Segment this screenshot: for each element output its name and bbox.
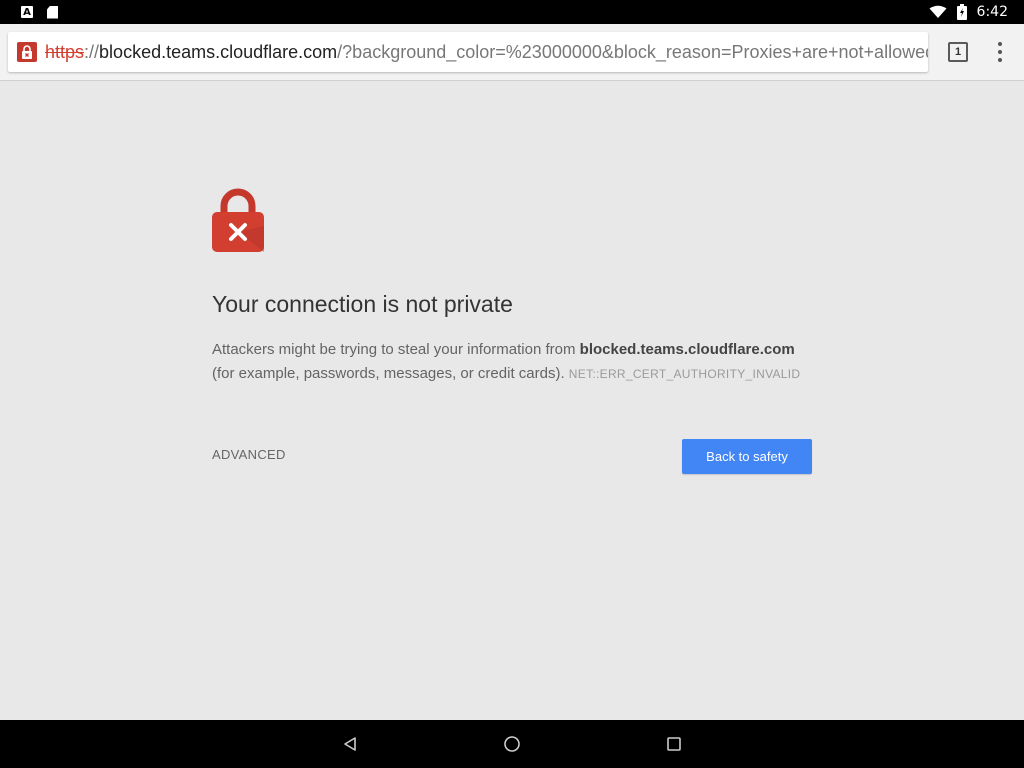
red-lock-icon <box>212 188 264 252</box>
navigation-bar <box>0 720 1024 768</box>
message-text-2: (for example, passwords, messages, or cr… <box>212 365 565 382</box>
interstitial-page: Your connection is not private Attackers… <box>0 81 1024 720</box>
browser-toolbar: https://blocked.teams.cloudflare.com/?ba… <box>0 24 1024 81</box>
overflow-menu-icon[interactable] <box>992 40 1008 64</box>
page-title: Your connection is not private <box>212 291 513 317</box>
battery-icon <box>956 4 967 20</box>
a-notification-icon: A <box>21 6 33 18</box>
recents-nav-icon[interactable] <box>662 732 686 756</box>
url-host: blocked.teams.cloudflare.com <box>99 41 338 62</box>
wifi-icon <box>929 5 947 18</box>
message-host: blocked.teams.cloudflare.com <box>579 341 795 358</box>
status-bar: A 6:42 <box>0 0 1024 24</box>
url-path: /?background_color=%23000000&block_reaso… <box>337 41 928 62</box>
clock: 6:42 <box>976 4 1008 20</box>
url-scheme: https <box>45 41 85 62</box>
sd-card-icon <box>47 5 58 19</box>
url-separator: :// <box>84 41 100 62</box>
url-text[interactable]: https://blocked.teams.cloudflare.com/?ba… <box>45 42 928 63</box>
back-to-safety-button[interactable]: Back to safety <box>682 439 812 474</box>
error-code[interactable]: NET::ERR_CERT_AUTHORITY_INVALID <box>569 367 801 381</box>
advanced-button[interactable]: ADVANCED <box>212 447 286 462</box>
url-bar[interactable]: https://blocked.teams.cloudflare.com/?ba… <box>8 32 928 72</box>
broken-lock-icon[interactable] <box>17 42 37 62</box>
tab-switcher-button[interactable]: 1 <box>948 42 968 62</box>
home-nav-icon[interactable] <box>500 732 524 756</box>
error-message: Attackers might be trying to steal your … <box>212 338 812 386</box>
back-nav-icon[interactable] <box>338 732 362 756</box>
message-text-1: Attackers might be trying to steal your … <box>212 341 580 358</box>
